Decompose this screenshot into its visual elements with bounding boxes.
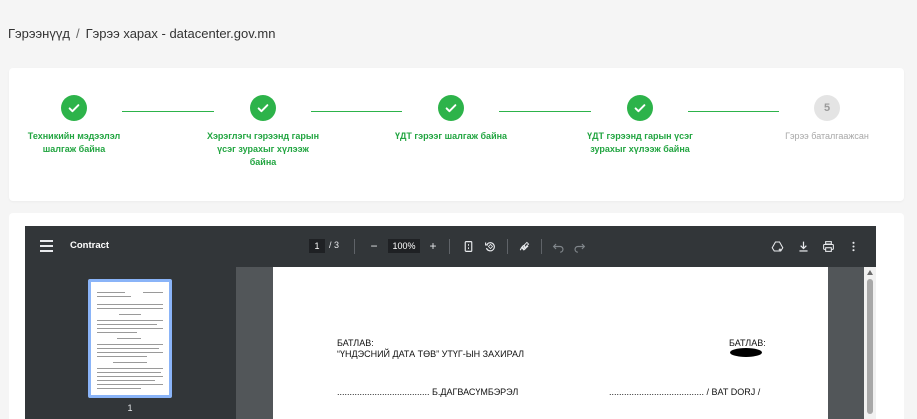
check-icon [61,95,87,121]
print-icon[interactable] [820,238,836,254]
step-contract-approved: 5 Гэрээ баталгаажсан [757,95,897,143]
vertical-scrollbar[interactable] [864,267,876,419]
toolbar-divider [541,239,542,254]
zoom-out-icon[interactable]: − [366,238,382,254]
breadcrumb-root-link[interactable]: Гэрээнүүд [8,26,70,41]
toolbar-divider [507,239,508,254]
scroll-up-arrow-icon[interactable] [867,270,873,275]
left-org-title: “ҮНДЭСНИЙ ДАТА ТӨВ” УТҮГ-ЫН ЗАХИРАЛ [337,349,525,359]
breadcrumb: Гэрээнүүд / Гэрээ харах - datacenter.gov… [8,26,275,41]
pdf-title: Contract [70,240,110,251]
step-technical-check: Техникийн мэдээлэл шалгаж байна [4,95,144,156]
pdf-page: БАТЛАВ: “ҮНДЭСНИЙ ДАТА ТӨВ” УТҮГ-ЫН ЗАХИ… [273,267,828,419]
drive-icon[interactable] [769,238,785,254]
redacted-text [730,348,762,357]
scrollbar-thumb[interactable] [867,279,873,414]
page-separator: / [329,240,332,250]
undo-icon[interactable] [550,238,566,254]
zoom-input[interactable]: 100% [388,239,420,253]
redo-icon[interactable] [571,238,587,254]
download-icon[interactable] [795,238,811,254]
draw-icon[interactable] [516,238,532,254]
step-udt-review: ҮДТ гэрээг шалгаж байна [381,95,521,143]
step-udt-signature: ҮДТ гэрээнд гарын үсэг зурахыг хүлээж ба… [570,95,710,156]
toolbar-divider [354,239,355,254]
menu-icon[interactable] [40,240,53,252]
fit-page-icon[interactable] [460,238,476,254]
step-number: 5 [814,95,840,121]
more-vert-icon[interactable] [845,238,861,254]
step-label: ҮДТ гэрээг шалгаж байна [394,131,508,141]
step-label: Гэрээ баталгаажсан [785,131,869,141]
check-icon [627,95,653,121]
breadcrumb-current: Гэрээ харах - datacenter.gov.mn [85,26,276,41]
zoom-in-icon[interactable]: + [425,238,441,254]
thumbnail-sidebar: 1 [25,267,236,419]
pdf-toolbar: Contract 1 / 3 − 100% + [25,226,876,267]
check-icon [438,95,464,121]
page-total: / 3 [329,240,339,250]
total-pages: 3 [334,240,340,250]
step-user-signature: Хэрэглэгч гэрээнд гарын үсэг зурахыг хүл… [193,95,333,169]
step-label: Техникийн мэдээлэл шалгаж байна [27,131,121,154]
thumbnail-page-number: 1 [127,403,133,413]
page-thumbnail[interactable] [88,279,172,398]
toolbar-divider [449,239,450,254]
check-icon [250,95,276,121]
step-label: Хэрэглэгч гэрээнд гарын үсэг зурахыг хүл… [206,131,320,167]
pdf-content-area: 1 БАТЛАВ: “ҮНДЭСНИЙ ДАТА ТӨВ” УТҮГ-ЫН ЗА… [25,267,876,419]
contract-progress-stepper: Техникийн мэдээлэл шалгаж байна Хэрэглэг… [9,68,904,201]
right-signature-line: ...................................... /… [609,387,761,397]
page-number-input[interactable]: 1 [309,239,325,253]
step-label: ҮДТ гэрээнд гарын үсэг зурахыг хүлээж ба… [587,131,693,154]
rotate-icon[interactable] [482,238,498,254]
breadcrumb-separator: / [75,26,80,41]
left-signature-line: ..................................... Б.… [337,387,519,397]
